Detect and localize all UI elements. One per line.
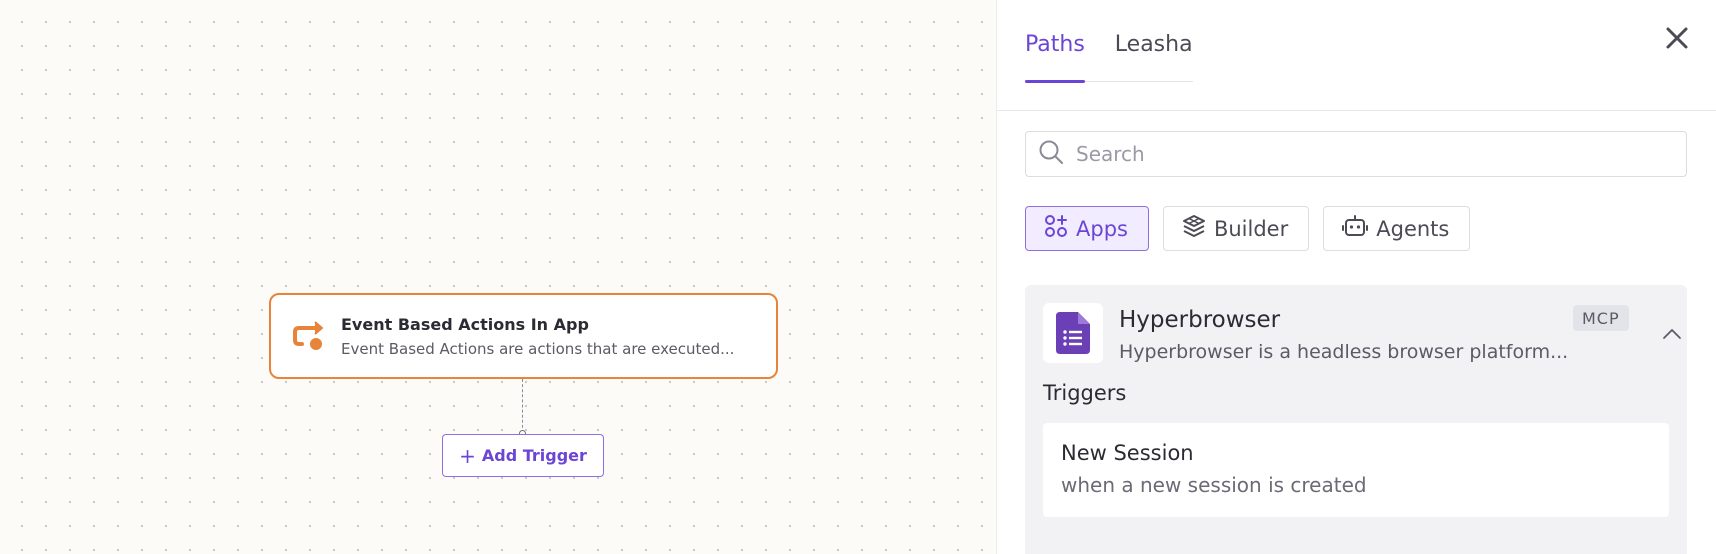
app-card-header[interactable]: Hyperbrowser Hyperbrowser is a headless … — [1043, 303, 1681, 363]
add-trigger-label: Add Trigger — [481, 446, 587, 465]
tab-paths[interactable]: Paths — [1025, 28, 1085, 83]
node-description: Event Based Actions are actions that are… — [341, 339, 735, 358]
filter-builder-label: Builder — [1213, 216, 1289, 241]
filter-agents-button[interactable]: Agents — [1323, 206, 1471, 251]
event-action-icon — [289, 316, 329, 356]
filter-builder-button[interactable]: Builder — [1162, 206, 1310, 251]
trigger-name: New Session — [1061, 441, 1194, 465]
apps-icon — [1044, 214, 1068, 243]
document-list-icon — [1043, 303, 1103, 363]
side-panel: Paths Leasha Apps — [996, 0, 1716, 554]
triggers-heading: Triggers — [1043, 381, 1127, 405]
app-card: Hyperbrowser Hyperbrowser is a headless … — [1025, 285, 1687, 554]
trigger-item[interactable]: New Session when a new session is create… — [1043, 423, 1669, 517]
event-trigger-node[interactable]: Event Based Actions In App Event Based A… — [269, 293, 778, 379]
close-icon[interactable] — [1661, 22, 1693, 54]
search-icon — [1038, 139, 1064, 169]
filter-agents-label: Agents — [1376, 216, 1450, 241]
search-input[interactable] — [1076, 142, 1636, 166]
filter-apps-label: Apps — [1076, 216, 1128, 241]
node-title: Event Based Actions In App — [341, 314, 589, 334]
plus-icon: + — [459, 443, 476, 468]
mcp-badge: MCP — [1573, 305, 1629, 331]
panel-tabs: Paths Leasha — [1025, 28, 1193, 83]
trigger-description: when a new session is created — [1061, 473, 1367, 497]
search-field[interactable] — [1025, 131, 1687, 177]
filter-chips: Apps Builder Agents — [1025, 206, 1471, 251]
filter-apps-button[interactable]: Apps — [1025, 206, 1149, 251]
builder-icon — [1182, 214, 1206, 243]
robot-icon — [1342, 214, 1369, 243]
app-name: Hyperbrowser — [1119, 307, 1281, 333]
add-trigger-button[interactable]: + Add Trigger — [442, 434, 604, 477]
app-description: Hyperbrowser is a headless browser platf… — [1119, 341, 1569, 363]
workflow-canvas[interactable]: Event Based Actions In App Event Based A… — [0, 0, 996, 554]
panel-divider — [997, 110, 1716, 111]
chevron-up-icon[interactable] — [1661, 323, 1683, 345]
tab-leasha[interactable]: Leasha — [1115, 28, 1193, 82]
node-connector — [522, 379, 523, 433]
